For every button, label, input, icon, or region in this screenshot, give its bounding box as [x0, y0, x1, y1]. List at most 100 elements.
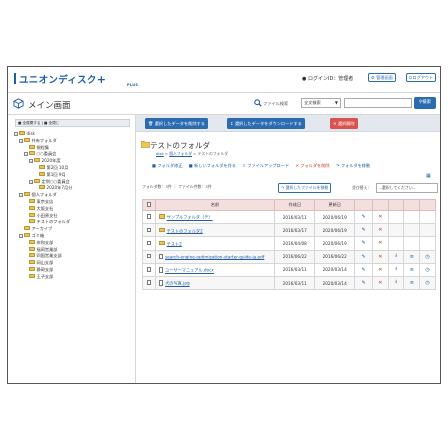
admin-screen-button[interactable]: ⚙ 管理画面 [368, 73, 396, 82]
app-logo[interactable]: ユニオンディスク+ PLUS [14, 72, 138, 87]
tree-expander-icon[interactable]: − [29, 179, 33, 184]
user-icon: ● [302, 76, 307, 82]
delete-icon[interactable]: ✕ [378, 280, 382, 286]
share-icon[interactable]: ≡ [410, 267, 414, 273]
move-folder-link[interactable]: ↷ フォルダを移動 [336, 163, 370, 168]
folder-tree: − disk − 共有フォルダ 規程集 − ○○委員会 −2020年度 第2回 10月 第1回 9… [14, 131, 132, 281]
updated-header[interactable]: 更新日 [314, 199, 356, 211]
name-header[interactable]: 名前 [154, 199, 276, 211]
download-icon[interactable]: ⭳ [395, 266, 397, 272]
row-select-cell[interactable] [142, 223, 156, 238]
row-checkbox[interactable] [146, 214, 152, 219]
tree-node[interactable]: − 共有フォルダ [14, 137, 132, 145]
tree-node-label: 2020年度 [41, 158, 61, 164]
pencil-icon[interactable]: ✎ [361, 240, 365, 246]
delete-icon[interactable]: ✕ [378, 267, 382, 273]
tree-node[interactable]: 東京支店 [14, 198, 132, 206]
file-link[interactable]: search-engine-optimization-starter-guide… [165, 254, 264, 259]
row-select-cell[interactable] [142, 249, 156, 264]
share-icon[interactable]: ≡ [410, 254, 414, 260]
delete-icon[interactable]: ✕ [378, 240, 382, 246]
tree-node[interactable]: − disk [14, 131, 132, 138]
edit-folder-link[interactable]: ■ フォルダ修正 [152, 163, 182, 168]
tree-node[interactable]: 第1回 9月 [14, 171, 132, 179]
tree-expander-icon[interactable]: − [29, 159, 33, 164]
history-icon[interactable]: ◷ [425, 280, 429, 286]
login-id-label: ● ログインID：管理者 [302, 76, 354, 82]
select-all-checkbox[interactable] [146, 202, 152, 207]
tree-node[interactable]: 福岡営業部 [14, 246, 132, 254]
tree-expand-collapse-buttons[interactable]: ■ 全展開する | ■ 全閉じ [15, 119, 130, 127]
search-type-select[interactable]: 全文検索 ▼ [301, 98, 341, 108]
search-button[interactable]: ⚲検索 [414, 97, 436, 109]
tree-node[interactable]: アーカイブ [14, 226, 132, 233]
move-selected-files-button[interactable]: ↷ 選択したファイルを移動 [278, 183, 332, 193]
download-icon[interactable]: ⭳ [395, 279, 397, 285]
row-checkbox[interactable] [146, 267, 152, 272]
history-icon[interactable]: ◷ [425, 254, 429, 260]
tree-node[interactable]: 岡山支部 [14, 260, 132, 267]
row-select-cell[interactable] [142, 275, 156, 291]
tree-node[interactable]: 第2回 10月 [14, 164, 132, 172]
row-select-cell[interactable] [142, 236, 156, 251]
tree-node[interactable]: 規程集 [14, 144, 132, 152]
delete-icon[interactable]: ✕ [378, 214, 382, 220]
tree-expander-icon[interactable]: − [14, 132, 18, 136]
tree-node[interactable]: 大阪支社 [14, 205, 132, 213]
pencil-icon[interactable]: ✎ [361, 254, 365, 260]
breadcrumb-parent[interactable]: 個人フォルダ [169, 151, 192, 156]
tree-node[interactable]: − ○○委員会 [14, 151, 132, 158]
tree-node[interactable]: 小田原支社 [14, 212, 132, 220]
tree-expander-icon[interactable]: − [19, 193, 23, 198]
row-select-cell[interactable] [142, 209, 156, 225]
history-icon[interactable]: ◷ [425, 267, 429, 273]
tree-node-label: disk [26, 131, 35, 136]
grid-view-icon[interactable]: ▦ [426, 173, 431, 179]
upload-link[interactable]: ⇧ ファイルアップロード [242, 163, 289, 168]
tree-expander-icon[interactable]: − [19, 138, 23, 143]
tree-node-label: 規程集 [36, 144, 50, 150]
clear-selection-button[interactable]: ✕ 選択解除 [330, 118, 358, 129]
row-checkbox[interactable] [146, 227, 152, 233]
pencil-icon[interactable]: ✎ [361, 227, 365, 233]
tree-expander-icon[interactable]: − [24, 152, 28, 157]
tree-node[interactable]: − 2020年度 [14, 158, 132, 165]
tree-node[interactable]: − ゴミ箱 [14, 232, 132, 240]
tree-node[interactable]: 静岡支部 [14, 266, 132, 274]
file-link[interactable]: ユーザーマニュアル.docx [165, 268, 214, 273]
folder-icon [39, 171, 45, 176]
delete-icon[interactable]: ✕ [378, 227, 382, 233]
logout-button[interactable]: ⏻ログアウト [406, 73, 437, 82]
new-folder-link[interactable]: ■ 新しいフォルダを作る [189, 163, 236, 168]
row-select-cell[interactable] [142, 262, 156, 277]
tree-node[interactable]: 四国営業支部 [14, 253, 132, 260]
pencil-icon[interactable]: ✎ [361, 267, 365, 273]
breadcrumb-root[interactable]: disk [156, 151, 164, 156]
sort-select[interactable]: --選択してください-- [376, 183, 438, 193]
file-link[interactable]: 犬の写真.jpg [165, 281, 190, 286]
tree-node[interactable]: − 個人フォルダ [14, 192, 132, 199]
delete-selected-button[interactable]: 🗑 選択したデータを削除する [145, 118, 208, 129]
share-icon[interactable]: ≡ [410, 280, 414, 286]
tree-node[interactable]: 岸和支部 [14, 239, 132, 247]
folder-link[interactable]: サンプルフォルダ（テ） [167, 215, 213, 220]
row-checkbox[interactable] [146, 240, 152, 246]
search-input[interactable] [344, 98, 412, 108]
tree-node[interactable]: − 定例○○委員会 [14, 178, 132, 186]
delete-folder-link[interactable]: ✕ フォルダを削除 [295, 163, 329, 168]
folder-link[interactable]: テストのフォルダ2 [167, 228, 203, 233]
delete-icon[interactable]: ✕ [378, 254, 382, 260]
created-header[interactable]: 作成日 [274, 199, 316, 211]
row-checkbox[interactable] [146, 280, 152, 285]
download-icon[interactable]: ⭳ [395, 253, 397, 259]
select-all-header[interactable] [142, 199, 156, 211]
row-checkbox[interactable] [146, 253, 152, 259]
tree-expander-icon[interactable]: − [19, 233, 23, 238]
download-selected-button[interactable]: ↧ 選択したデータをダウンロードする [227, 118, 305, 129]
tree-node[interactable]: 王子支部 [14, 273, 132, 281]
folder-open-icon [141, 141, 150, 148]
pencil-icon[interactable]: ✎ [361, 214, 365, 220]
pencil-icon[interactable]: ✎ [361, 280, 365, 286]
action-cell: ✎ [354, 262, 373, 277]
folder-link[interactable]: テスト2 [167, 241, 182, 246]
